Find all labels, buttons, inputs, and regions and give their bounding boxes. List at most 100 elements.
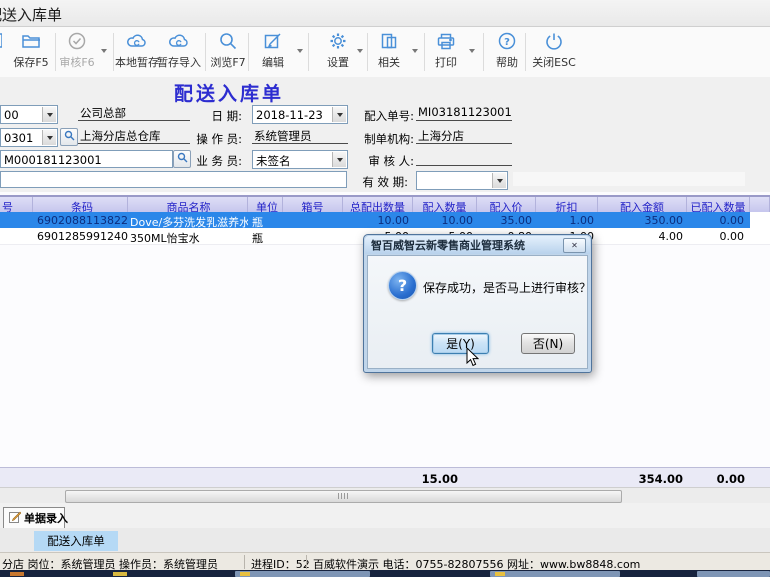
memo-input[interactable]: [0, 171, 347, 188]
warehouse-lookup-button[interactable]: [60, 128, 78, 146]
table-row-selected[interactable]: 6902088113822 Dove/多芬洗发乳滋养水润70 瓶 10.00 1…: [0, 212, 770, 228]
maker-org-field: 上海分店: [416, 128, 512, 144]
temp-import-button[interactable]: 暂存导入: [156, 30, 202, 74]
received-qty-cell: 0.00: [687, 212, 750, 228]
date-combobox[interactable]: 2018-11-23: [252, 105, 348, 124]
folder-icon: [20, 30, 42, 52]
edit-note-icon: [9, 511, 21, 526]
status-user-info: 分店 岗位：系统管理员 操作员：系统管理员: [2, 556, 218, 571]
cloud-icon: [168, 30, 190, 52]
local-save-button[interactable]: 本地暂存: [114, 30, 160, 74]
dialog-message: 保存成功，是否马上进行审核？: [423, 279, 591, 296]
status-process-id: 进程ID：52: [251, 556, 310, 571]
dialog-no-button[interactable]: 否(N): [521, 333, 575, 354]
search-icon: [217, 30, 239, 52]
app-window: 配送入库单 F3 保存F5 审核F6 本地暂存 暂存导入 浏览F7: [0, 0, 770, 577]
qty-in-cell: 10.00: [413, 212, 477, 228]
edit-button[interactable]: 编辑: [252, 30, 294, 74]
discount-cell: 1.00: [536, 212, 598, 228]
cut-button-icon: [0, 30, 2, 52]
help-button[interactable]: ? 帮助: [487, 30, 527, 74]
order-no-label: 配入单号:: [352, 108, 414, 124]
toolbar-separator: [248, 33, 249, 71]
tab-document-entry[interactable]: 单据录入: [3, 507, 65, 528]
edit-pencil-icon: [262, 30, 284, 52]
date-label: 日 期:: [190, 108, 242, 124]
dropdown-arrow-icon[interactable]: [492, 173, 506, 188]
print-dropdown-arrow-icon[interactable]: [469, 49, 475, 56]
salesman-combobox[interactable]: 未签名: [252, 150, 348, 169]
audit-button: 审核F6: [55, 30, 99, 74]
org-name-field: 公司总部: [78, 105, 190, 121]
edit-dropdown-arrow-icon[interactable]: [297, 49, 303, 56]
barcode-cell: 6902088113822: [33, 212, 128, 228]
form-area: 配送入库单 00 公司总部 日 期: 2018-11-23 配入单号: MI03…: [0, 77, 770, 193]
magnifier-icon: [64, 130, 75, 144]
bottom-tabbar: 单据录入: [0, 503, 770, 529]
windows-stack-icon: [378, 30, 400, 52]
product-name-cell: Dove/多芬洗发乳滋养水润70: [128, 212, 248, 228]
dialog-close-button[interactable]: ✕: [563, 238, 586, 253]
received-qty-cell: 0.00: [687, 228, 750, 244]
dialog-titlebar[interactable]: 智百威智云新零售商业管理系统: [365, 236, 590, 254]
browse-button[interactable]: 浏览F7: [206, 30, 250, 74]
related-dropdown-arrow-icon[interactable]: [412, 49, 418, 56]
sub-tabbar: 配送入库单: [0, 528, 770, 552]
toolbar-separator: [483, 33, 484, 71]
amount-cell: 4.00: [598, 228, 687, 244]
settings-button[interactable]: 设置: [317, 30, 359, 74]
maker-org-label: 制单机构:: [352, 131, 414, 147]
dropdown-arrow-icon[interactable]: [332, 107, 346, 122]
tab-distribution-inbound[interactable]: 配送入库单: [34, 531, 118, 551]
dropdown-arrow-icon[interactable]: [332, 152, 346, 167]
taskbar-window-button[interactable]: [235, 571, 370, 577]
printer-icon: [435, 30, 457, 52]
related-button[interactable]: 相关: [368, 30, 410, 74]
warehouse-name-field: 上海分店总仓库: [78, 128, 190, 144]
org-code-combobox[interactable]: 00: [0, 105, 58, 124]
taskbar-window-button[interactable]: [490, 571, 620, 577]
taskbar-icon[interactable]: [10, 572, 24, 576]
tab-label: 单据录入: [24, 510, 68, 526]
scrollbar-thumb[interactable]: [65, 490, 622, 503]
print-button[interactable]: 打印: [425, 30, 467, 74]
qty-out-cell: 10.00: [343, 212, 413, 228]
total-amount: 354.00: [598, 468, 687, 488]
toolbar-separator: [525, 33, 526, 71]
horizontal-scrollbar[interactable]: [0, 487, 770, 504]
validity-label: 有 效 期:: [352, 174, 408, 190]
barcode-cell: 6901285991240: [33, 228, 128, 244]
power-icon: [543, 30, 565, 52]
window-title: 配送入库单: [0, 4, 62, 25]
dropdown-arrow-icon[interactable]: [42, 130, 56, 145]
taskbar-window-button[interactable]: [697, 571, 770, 577]
mouse-cursor-icon: [466, 348, 480, 371]
taskbar-icon[interactable]: [113, 572, 127, 576]
close-button[interactable]: 关闭ESC: [529, 30, 579, 74]
gear-icon: [327, 30, 349, 52]
dropdown-arrow-icon[interactable]: [42, 107, 56, 122]
question-icon: ?: [388, 271, 417, 300]
operator-field: 系统管理员: [252, 128, 348, 144]
amount-cell: 350.00: [598, 212, 687, 228]
status-separator: [306, 555, 307, 569]
unit-cell: 瓶: [248, 228, 283, 244]
operator-label: 操 作 员:: [186, 131, 242, 147]
auditor-field: [416, 150, 512, 166]
taskbar-icon: [495, 572, 505, 576]
dialog-title: 智百威智云新零售商业管理系统: [371, 237, 525, 253]
scrollbar-grip-icon: [338, 493, 350, 499]
taskbar-icon: [240, 572, 250, 576]
validity-combobox[interactable]: [416, 171, 508, 190]
window-titlebar[interactable]: 配送入库单: [0, 0, 770, 27]
toolbar-separator: [308, 33, 309, 71]
ref-no-input[interactable]: M000181123001: [0, 150, 173, 168]
help-question-icon: ?: [496, 30, 518, 52]
warehouse-code-combobox[interactable]: 0301: [0, 128, 58, 147]
os-taskbar[interactable]: [0, 570, 770, 577]
dialog-yes-button[interactable]: 是(Y): [432, 333, 489, 354]
audit-dropdown-arrow-icon[interactable]: [101, 49, 107, 56]
svg-text:?: ?: [504, 37, 510, 48]
settings-dropdown-arrow-icon[interactable]: [357, 49, 363, 56]
save-button[interactable]: 保存F5: [8, 30, 54, 74]
